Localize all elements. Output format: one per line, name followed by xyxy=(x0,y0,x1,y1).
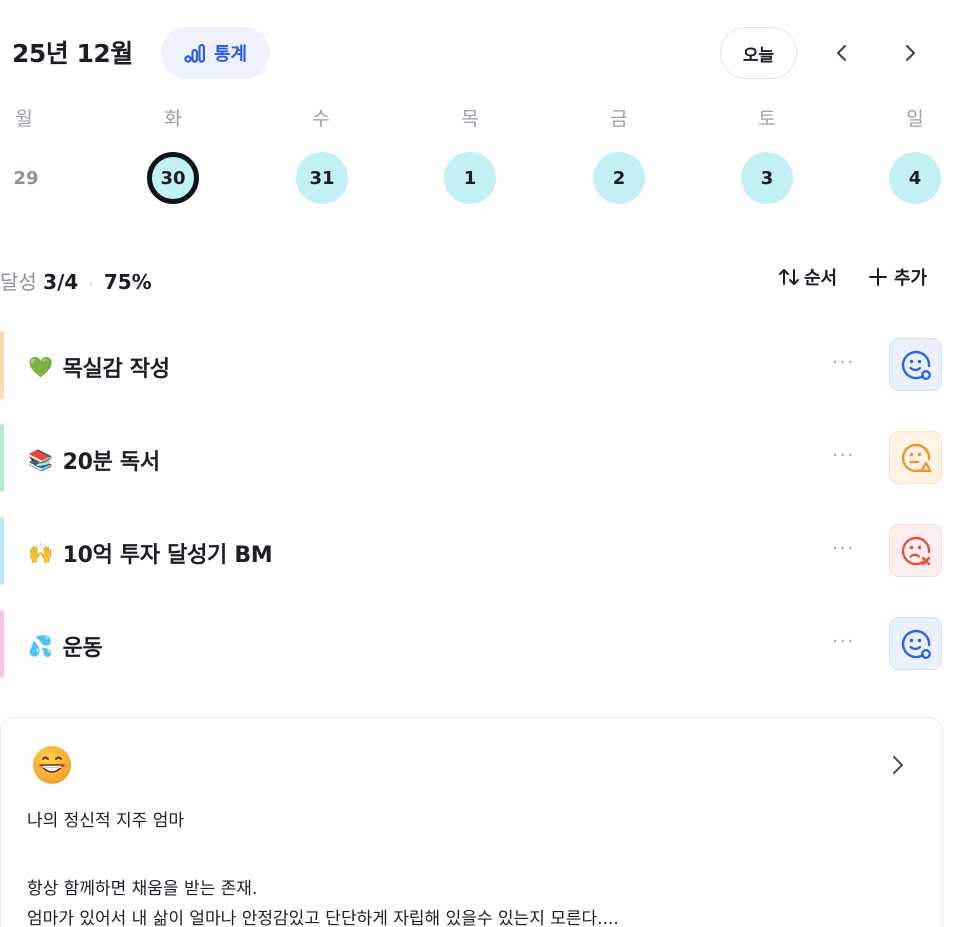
smile-check-icon xyxy=(901,629,931,659)
order-button[interactable]: 순서 xyxy=(778,264,837,290)
weekday-label: 수 xyxy=(312,108,330,130)
habit-row[interactable]: 💦 운동 ··· xyxy=(0,610,956,678)
habit-color-bar xyxy=(0,424,4,492)
mood-status-button[interactable] xyxy=(889,617,942,670)
mood-status-button[interactable] xyxy=(889,524,942,577)
habit-row[interactable]: 💚 목실감 작성 ··· xyxy=(0,331,956,399)
diary-title: 나의 정신적 지주 엄마 xyxy=(27,811,184,831)
progress-summary: 달성 3/4 · 75% xyxy=(0,266,152,295)
stats-label: 통계 xyxy=(213,44,248,65)
chevron-right-icon[interactable] xyxy=(887,752,909,778)
date-cell[interactable]: 4 xyxy=(889,152,941,204)
chevron-left-icon xyxy=(837,45,846,61)
chevron-right-icon xyxy=(906,45,915,61)
weekday-label: 토 xyxy=(758,108,776,130)
habit-color-bar xyxy=(0,610,4,678)
habit-row[interactable]: 🙌 10억 투자 달성기 BM ··· xyxy=(0,517,956,585)
habit-title-text: 10억 투자 달성기 BM xyxy=(62,543,273,568)
mood-status-button[interactable] xyxy=(889,338,942,391)
today-button[interactable]: 오늘 xyxy=(720,27,797,79)
sort-arrows-icon xyxy=(779,269,799,285)
mood-status-button[interactable] xyxy=(889,431,942,484)
books-icon: 📚 xyxy=(28,448,53,472)
habit-title-text: 운동 xyxy=(62,636,103,661)
weekday-row: 월 화 수 목 금 토 일 xyxy=(0,104,956,136)
summary-row: 달성 3/4 · 75% 순서 추가 xyxy=(0,258,956,298)
next-week-button[interactable] xyxy=(895,37,925,69)
more-dots-icon[interactable]: ··· xyxy=(832,631,855,652)
month-title: 25년 12월 xyxy=(12,39,133,68)
smile-check-icon xyxy=(901,350,931,380)
habit-title: 📚 20분 독서 xyxy=(28,444,160,476)
prev-week-button[interactable] xyxy=(827,37,857,69)
diary-text-line: 엄마가 있어서 내 삶이 얼마나 안정감있고 단단하게 자립해 있을수 있는지 … xyxy=(27,909,619,927)
grinning-face-icon xyxy=(33,746,71,784)
weekday-label: 화 xyxy=(164,108,182,130)
date-row: 29 30 31 1 2 3 4 xyxy=(0,152,956,208)
diary-text-line: 항상 함께하면 채움을 받는 존재. xyxy=(27,879,258,899)
habit-title-text: 목실감 작성 xyxy=(62,357,170,382)
habit-row[interactable]: 📚 20분 독서 ··· xyxy=(0,424,956,492)
plus-icon xyxy=(869,268,887,286)
progress-label: 달성 xyxy=(0,270,37,294)
date-cell[interactable]: 1 xyxy=(444,152,496,204)
raising-hands-icon: 🙌 xyxy=(28,541,53,565)
diary-card[interactable]: 나의 정신적 지주 엄마 항상 함께하면 채움을 받는 존재. 엄마가 있어서 … xyxy=(0,717,943,927)
progress-separator: · xyxy=(88,275,94,293)
date-cell[interactable]: 3 xyxy=(741,152,793,204)
date-cell[interactable]: 29 xyxy=(0,152,52,204)
habit-title-text: 20분 독서 xyxy=(62,450,161,475)
habit-color-bar xyxy=(0,331,4,399)
calendar-header: 25년 12월 통계 오늘 xyxy=(0,0,956,100)
date-cell[interactable]: 2 xyxy=(593,152,645,204)
stats-button[interactable]: 통계 xyxy=(161,27,270,79)
date-cell-selected[interactable]: 30 xyxy=(147,152,199,204)
neutral-warning-icon xyxy=(901,443,932,472)
add-label: 추가 xyxy=(894,268,928,289)
progress-count: 3/4 xyxy=(43,270,79,294)
weekday-label: 목 xyxy=(461,108,479,130)
weekday-label: 금 xyxy=(610,108,628,130)
progress-percent: 75% xyxy=(103,270,152,294)
sweat-droplets-icon: 💦 xyxy=(28,634,53,658)
weekday-label: 월 xyxy=(15,108,33,130)
habit-title: 💚 목실감 작성 xyxy=(28,351,170,383)
date-cell[interactable]: 31 xyxy=(296,152,348,204)
more-dots-icon[interactable]: ··· xyxy=(832,352,855,373)
more-dots-icon[interactable]: ··· xyxy=(832,538,855,559)
habit-color-bar xyxy=(0,517,4,585)
bar-chart-icon xyxy=(184,43,205,63)
sad-cross-icon xyxy=(901,536,930,565)
more-dots-icon[interactable]: ··· xyxy=(832,445,855,466)
habit-title: 💦 운동 xyxy=(28,630,103,662)
green-heart-icon: 💚 xyxy=(28,355,53,379)
order-label: 순서 xyxy=(804,268,838,289)
add-habit-button[interactable]: 추가 xyxy=(868,264,927,290)
weekday-label: 일 xyxy=(906,108,924,130)
habit-title: 🙌 10억 투자 달성기 BM xyxy=(28,537,273,569)
